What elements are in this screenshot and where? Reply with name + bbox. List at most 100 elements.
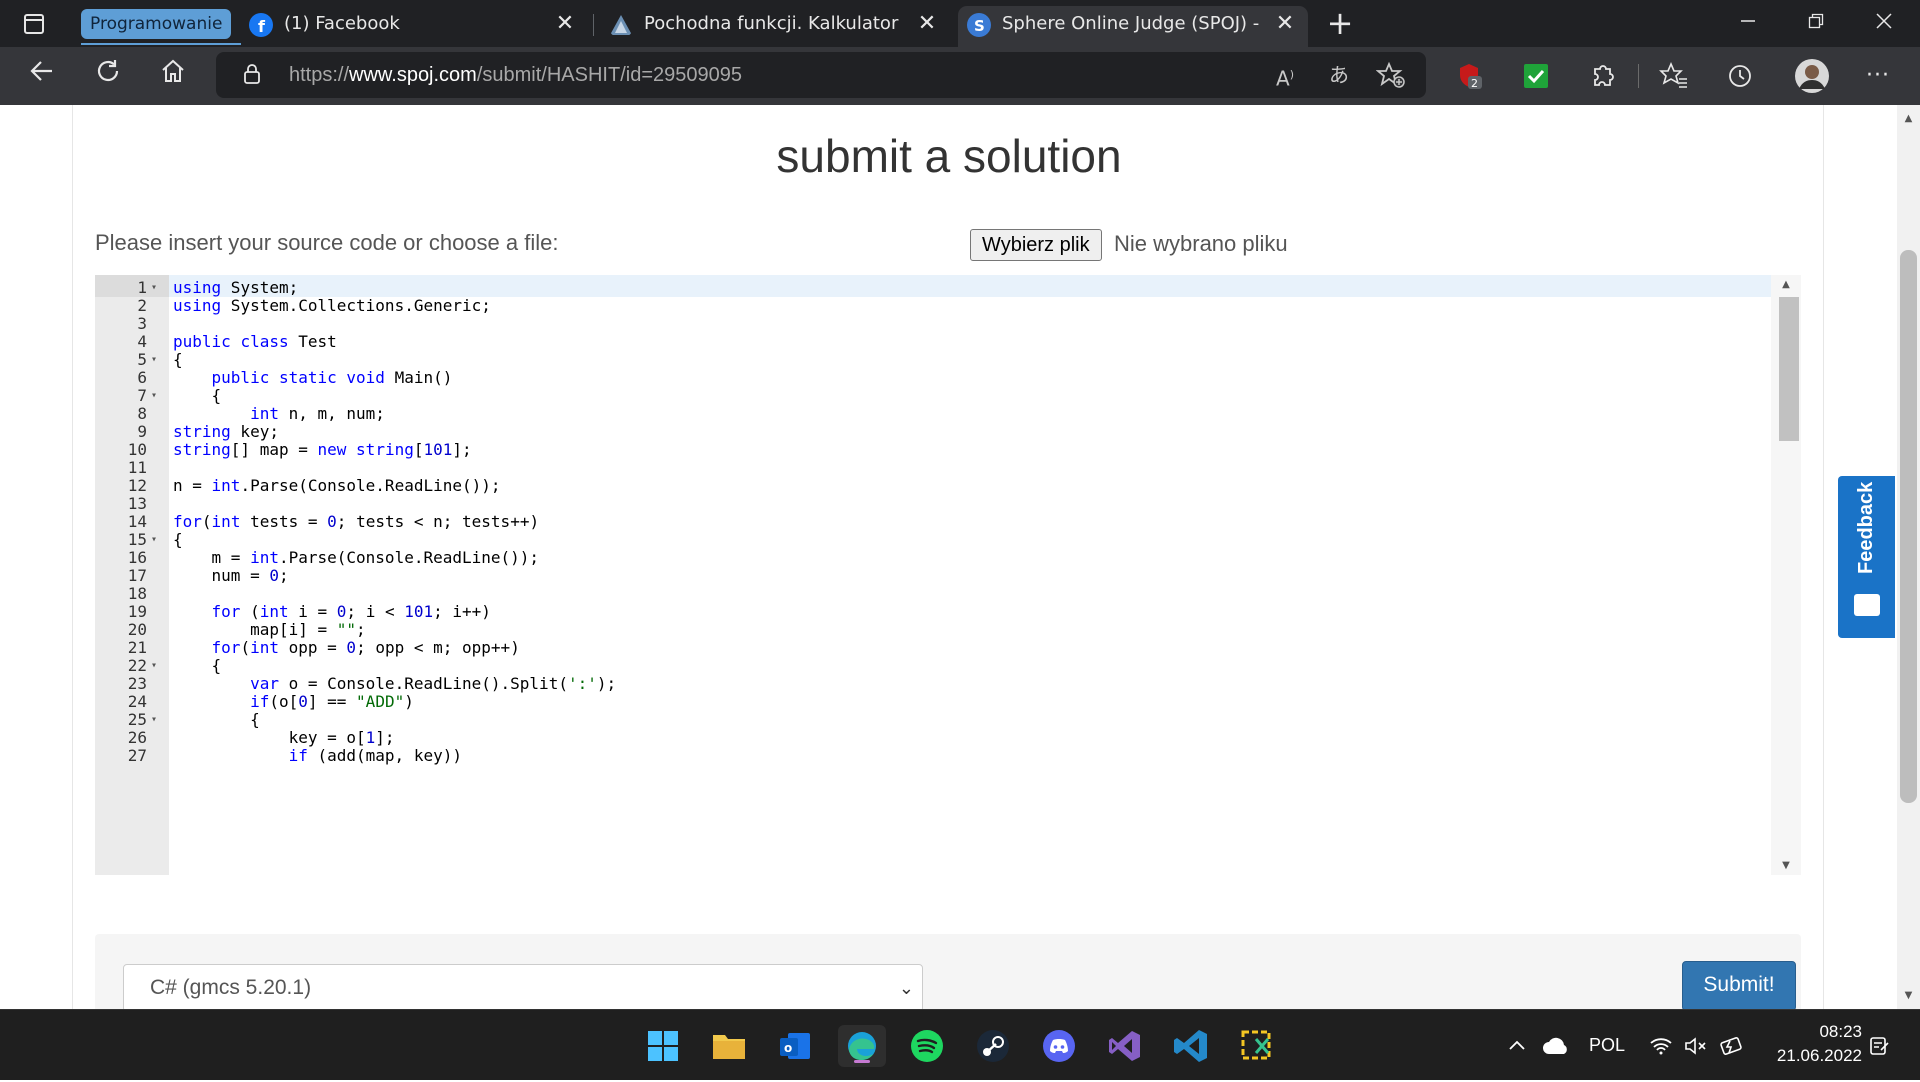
code-text[interactable]: if (add(map, key)) <box>173 745 462 767</box>
back-button[interactable] <box>22 56 62 96</box>
close-window-button[interactable] <box>1850 0 1918 47</box>
url-path: /submit/HASHIT/id=29509095 <box>476 64 742 86</box>
input-language-indicator[interactable]: POL <box>1589 1010 1625 1081</box>
page-scroll-thumb[interactable] <box>1900 250 1917 803</box>
wifi-icon[interactable] <box>1650 1010 1672 1081</box>
cloud-icon <box>1543 1038 1567 1055</box>
chevron-up-icon <box>1509 1040 1525 1050</box>
scroll-up-icon[interactable]: ▲ <box>1777 279 1795 290</box>
source-code-label: Please insert your source code or choose… <box>95 230 559 255</box>
profile-avatar[interactable] <box>1794 58 1830 94</box>
file-status-text: Nie wybrano pliku <box>1114 231 1288 256</box>
lock-icon[interactable] <box>244 64 260 84</box>
speaker-mute-icon <box>1685 1037 1706 1055</box>
browser-toolbar: https://www.spoj.com/submit/HASHIT/id=29… <box>0 47 1920 105</box>
scroll-down-icon[interactable]: ▼ <box>1777 860 1795 871</box>
svg-text:o: o <box>784 1041 792 1055</box>
tab-separator <box>593 14 594 36</box>
vscode-icon[interactable] <box>1170 1025 1212 1067</box>
editor-scrollbar[interactable]: ▲ ▼ <box>1771 275 1801 875</box>
battery-icon[interactable] <box>1718 1010 1744 1081</box>
back-arrow-icon <box>30 61 52 81</box>
restore-icon <box>1808 13 1824 29</box>
settings-more-icon[interactable]: ··· <box>1858 56 1898 96</box>
tab-title: Sphere Online Judge (SPOJ) - Su <box>1002 13 1260 34</box>
minimize-button[interactable] <box>1714 0 1782 47</box>
calculator-site-icon <box>610 15 632 35</box>
notification-bell-icon <box>1870 1037 1889 1056</box>
tab-facebook[interactable]: f (1) Facebook ✕ <box>240 6 588 47</box>
tab-spoj[interactable]: S Sphere Online Judge (SPOJ) - Su ✕ <box>958 6 1308 47</box>
spotify-icon[interactable] <box>906 1025 948 1067</box>
tray-chevron-up-icon[interactable] <box>1508 1010 1526 1081</box>
url-scheme: https:// <box>289 64 350 86</box>
clock-date: 21.06.2022 <box>1776 1046 1862 1065</box>
new-tab-button[interactable]: + <box>1323 4 1357 42</box>
wifi-signal-icon <box>1650 1038 1672 1055</box>
tab-actions-icon[interactable] <box>24 14 44 34</box>
history-icon[interactable] <box>1725 61 1755 91</box>
line-number: 27 <box>127 746 147 765</box>
active-app-indicator <box>854 1060 870 1063</box>
discord-icon[interactable] <box>1038 1025 1080 1067</box>
system-clock[interactable]: 08:23 21.06.2022 <box>1762 1020 1862 1068</box>
translate-icon[interactable]: あ <box>1324 60 1354 90</box>
editor-scroll-thumb[interactable] <box>1779 297 1799 441</box>
page-title: submit a solution <box>776 130 1122 182</box>
minimize-icon <box>1741 20 1755 22</box>
tab-close-icon[interactable]: ✕ <box>1272 6 1298 42</box>
close-icon <box>1876 13 1892 29</box>
tab-group-underline <box>81 43 241 45</box>
refresh-button[interactable] <box>88 56 128 96</box>
battery-charging-icon <box>1720 1037 1742 1056</box>
outlook-icon[interactable]: o <box>774 1025 816 1067</box>
url-text[interactable]: https://www.spoj.com/submit/HASHIT/id=29… <box>289 52 742 98</box>
clock-time: 08:23 <box>1819 1022 1862 1041</box>
notifications-icon[interactable] <box>1868 1010 1890 1081</box>
submit-panel: C# (gmcs 5.20.1) ⌄ Submit! <box>95 934 1801 1009</box>
tab-group-label[interactable]: Programowanie <box>81 9 232 39</box>
page-scrollbar[interactable]: ▲ ▼ <box>1897 105 1920 1009</box>
restore-button[interactable] <box>1782 0 1850 47</box>
start-windows-icon[interactable] <box>642 1025 684 1067</box>
toolbar-divider <box>1638 64 1639 88</box>
refresh-icon <box>97 60 119 82</box>
page-content: submit a solution Please insert your sou… <box>72 105 1824 1009</box>
read-aloud-icon[interactable]: A) <box>1270 60 1300 91</box>
snipping-tool-icon[interactable] <box>1236 1025 1278 1067</box>
feedback-tab[interactable]: Feedback <box>1838 476 1895 638</box>
edge-icon[interactable] <box>838 1025 886 1067</box>
choose-file-button[interactable]: Wybierz plik <box>970 229 1102 261</box>
svg-text:f: f <box>258 17 266 36</box>
code-line[interactable]: 27 if (add(map, key)) <box>95 745 1775 767</box>
tab-title: (1) Facebook <box>284 13 400 34</box>
favorites-icon[interactable] <box>1659 61 1689 91</box>
onedrive-cloud-icon[interactable] <box>1542 1010 1570 1081</box>
extension-badge: 2 <box>1471 77 1478 90</box>
add-favorite-icon[interactable] <box>1376 60 1406 90</box>
browser-tab-strip: Programowanie f (1) Facebook ✕ Pochodna … <box>0 0 1920 47</box>
steam-icon[interactable] <box>972 1025 1014 1067</box>
home-icon <box>162 59 184 82</box>
submit-button[interactable]: Submit! <box>1682 961 1796 1009</box>
visual-studio-icon[interactable] <box>1104 1025 1146 1067</box>
page-scroll-down-icon[interactable]: ▼ <box>1897 990 1920 1001</box>
url-domain: www.spoj.com <box>349 64 477 86</box>
tab-pochodna[interactable]: Pochodna funkcji. Kalkulator krok ✕ <box>600 6 950 47</box>
volume-muted-icon[interactable] <box>1684 1010 1708 1081</box>
extensions-puzzle-icon[interactable] <box>1587 61 1617 91</box>
address-bar[interactable]: https://www.spoj.com/submit/HASHIT/id=29… <box>216 52 1426 98</box>
language-select[interactable]: C# (gmcs 5.20.1) ⌄ <box>123 964 923 1009</box>
checkmark-extension-icon[interactable] <box>1521 61 1551 91</box>
tab-close-icon[interactable]: ✕ <box>552 6 578 42</box>
chevron-down-icon: ⌄ <box>898 978 914 998</box>
tab-close-icon[interactable]: ✕ <box>914 6 940 42</box>
code-editor[interactable]: 1 ▾ using System; 2 using System.Collections… <box>95 275 1801 875</box>
file-explorer-icon[interactable] <box>708 1025 750 1067</box>
ublock-extension-icon[interactable]: 2 <box>1455 61 1485 91</box>
facebook-icon: f <box>249 13 273 37</box>
home-button[interactable] <box>153 56 193 96</box>
page-scroll-up-icon[interactable]: ▲ <box>1897 113 1920 124</box>
windows-taskbar: o POL 08:23 21.06.2022 <box>0 1009 1920 1080</box>
spoj-icon: S <box>967 13 991 37</box>
